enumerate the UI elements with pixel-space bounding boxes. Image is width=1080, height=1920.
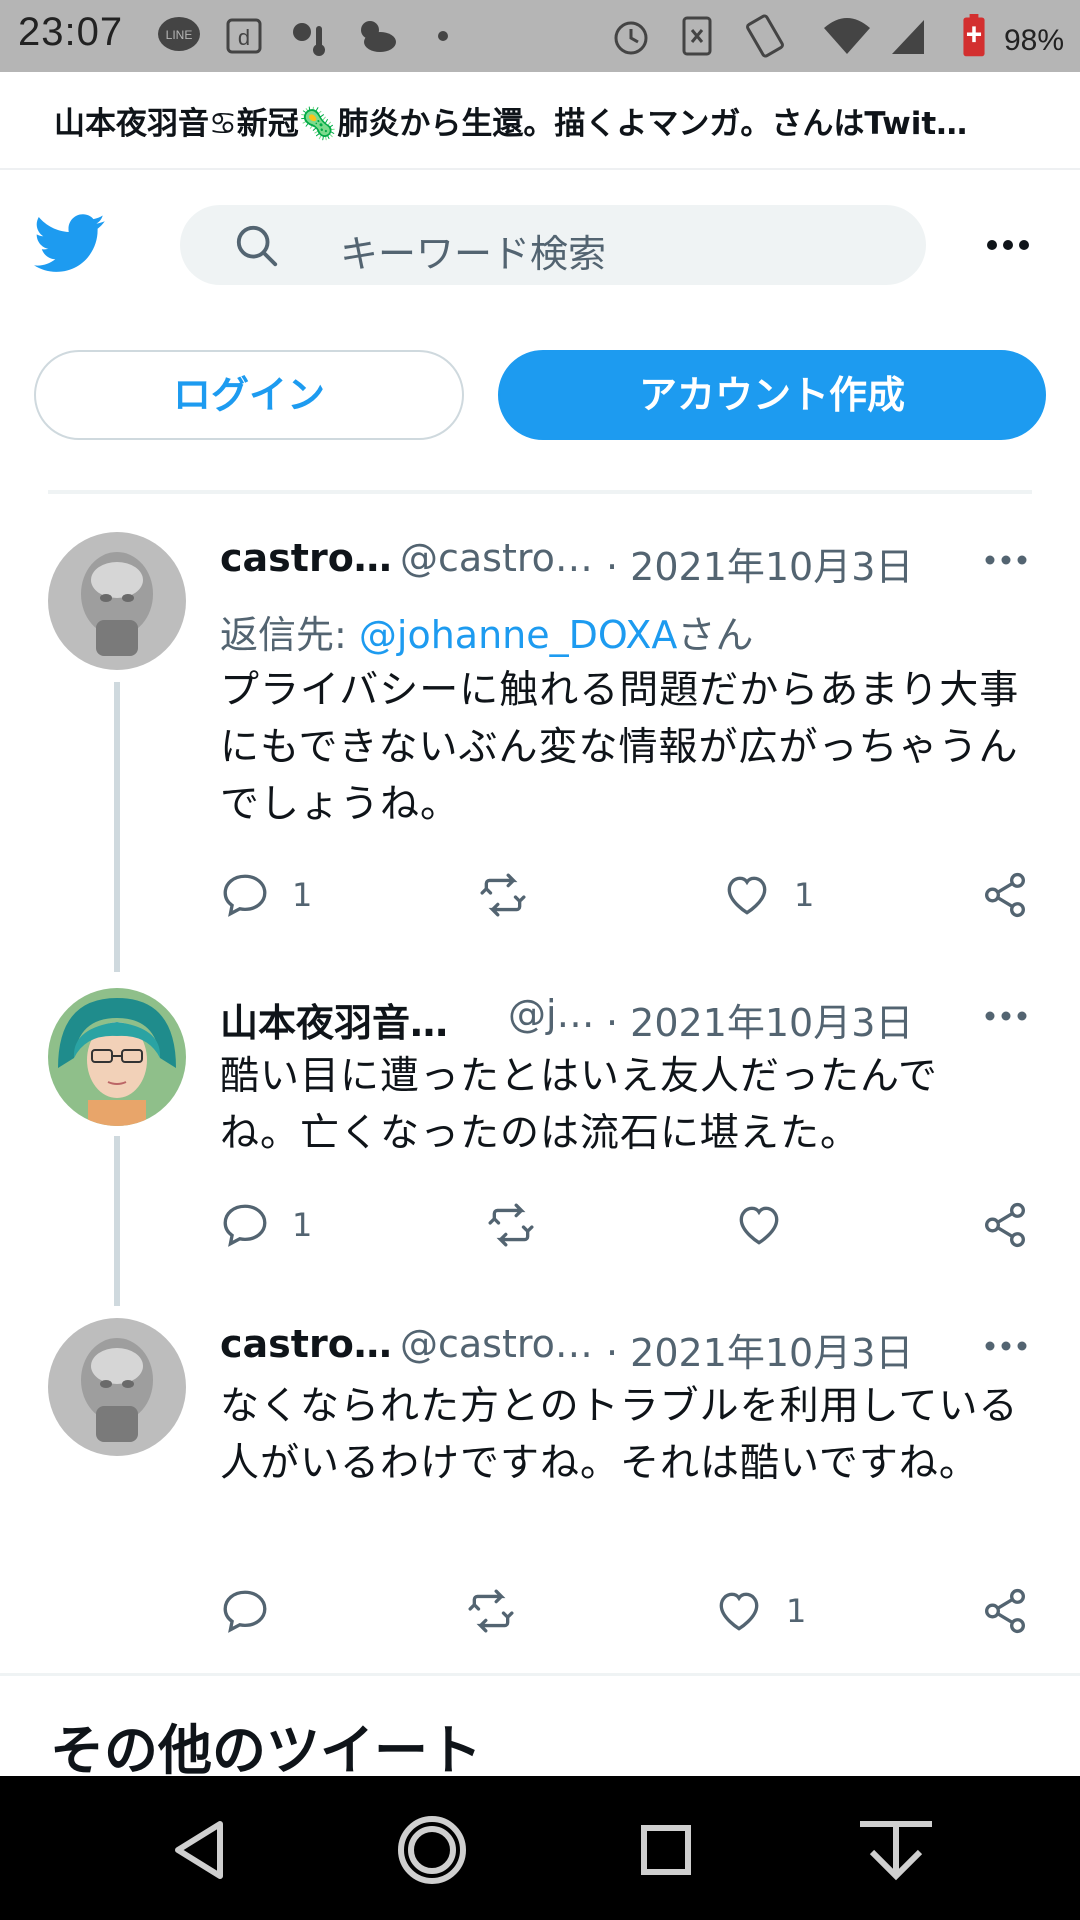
reply-to-prefix: 返信先: — [220, 613, 359, 657]
thread-line — [114, 1136, 120, 1306]
login-button[interactable]: ログイン — [34, 350, 464, 440]
like-count: 1 — [794, 876, 815, 914]
reply-count: 1 — [292, 876, 313, 914]
tweet-author-name[interactable]: castro… — [220, 1322, 392, 1366]
tweet-date[interactable]: · 2021年10月3日 — [606, 536, 913, 591]
tweet-author-handle[interactable]: @castro… — [400, 536, 593, 580]
share-icon — [985, 872, 1025, 918]
divider — [0, 1673, 1080, 1676]
weather-icon — [293, 23, 325, 56]
reply-icon — [223, 1590, 267, 1633]
wifi-icon — [824, 18, 870, 54]
like-button[interactable] — [734, 1200, 794, 1252]
status-time: 23:07 — [18, 10, 124, 54]
avatar[interactable] — [48, 1318, 186, 1456]
reply-count: 1 — [292, 1206, 313, 1244]
reply-button[interactable]: 1 — [220, 870, 340, 922]
battery-icon — [963, 14, 985, 57]
line-app-icon: LINE — [158, 17, 200, 51]
retweet-icon — [480, 873, 526, 917]
heart-icon — [719, 1592, 759, 1631]
dot-icon — [438, 31, 448, 41]
status-bar: 23:07 LINE d 98% — [0, 0, 1080, 72]
search-placeholder: キーワード検索 — [340, 232, 607, 276]
d-app-icon: d — [226, 18, 262, 54]
tweet-more-icon[interactable] — [984, 1338, 1028, 1354]
share-button[interactable] — [980, 870, 1030, 922]
share-icon — [985, 1202, 1025, 1248]
create-account-button[interactable]: アカウント作成 — [498, 350, 1046, 440]
download-icon[interactable] — [856, 1812, 936, 1888]
weather-cloud-icon — [361, 21, 396, 52]
tweet-more-icon[interactable] — [984, 552, 1028, 568]
heart-icon — [739, 1206, 779, 1245]
svg-text:d: d — [238, 25, 250, 50]
svg-text:LINE: LINE — [166, 28, 193, 42]
twitter-bird-icon[interactable] — [34, 214, 106, 274]
like-count: 1 — [786, 1592, 807, 1630]
like-button[interactable]: 1 — [714, 1586, 834, 1638]
tweet-author-handle[interactable]: @castro… — [400, 1322, 593, 1366]
retweet-button[interactable] — [466, 1586, 526, 1638]
avatar[interactable] — [48, 532, 186, 670]
reply-button[interactable]: 1 — [220, 1200, 340, 1252]
page-title: 山本夜羽音♋新冠🦠肺炎から生還。描くよマンガ。さんはTwit… — [54, 106, 968, 142]
reply-to: 返信先: @johanne_DOXAさん — [220, 604, 753, 659]
reply-icon — [223, 874, 267, 917]
system-nav-bar — [0, 1776, 1080, 1920]
tweet-text: 酷い目に遭ったとはいえ友人だったんでね。亡くなったのは流石に堪えた。 — [220, 1054, 939, 1156]
home-icon[interactable] — [392, 1812, 472, 1888]
tweet-more-icon[interactable] — [984, 1008, 1028, 1024]
alarm-icon — [614, 21, 648, 55]
retweet-button[interactable] — [486, 1200, 546, 1252]
search-bar[interactable]: キーワード検索 — [180, 205, 926, 285]
tweet-author-name[interactable]: 山本夜羽音… — [220, 992, 448, 1047]
signal-icon — [892, 20, 924, 54]
avatar[interactable] — [48, 988, 186, 1126]
battery-percent: 98% — [1003, 24, 1064, 57]
reply-button[interactable] — [220, 1586, 280, 1638]
tweet-author-name[interactable]: castro… — [220, 536, 392, 580]
thread-line — [114, 682, 120, 972]
rotate-icon — [746, 14, 784, 58]
page-title-bar: 山本夜羽音♋新冠🦠肺炎から生還。描くよマンガ。さんはTwit… — [0, 72, 1080, 170]
search-icon — [236, 225, 278, 267]
tweet-date[interactable]: · 2021年10月3日 — [606, 1322, 913, 1377]
retweet-icon — [488, 1203, 534, 1247]
share-button[interactable] — [980, 1586, 1030, 1638]
retweet-icon — [468, 1589, 514, 1633]
reply-icon — [223, 1204, 267, 1247]
share-button[interactable] — [980, 1200, 1030, 1252]
recents-icon[interactable] — [626, 1812, 706, 1888]
divider — [48, 490, 1032, 494]
more-tweets-heading: その他のツイート — [50, 1719, 482, 1782]
like-button[interactable]: 1 — [722, 870, 842, 922]
reply-mention-link[interactable]: @johanne_DOXA — [359, 613, 678, 657]
tweet-date[interactable]: · 2021年10月3日 — [606, 992, 913, 1047]
tweet-author-handle[interactable]: @j… — [508, 992, 595, 1036]
reply-to-suffix: さん — [677, 613, 754, 657]
more-options-icon[interactable] — [986, 226, 1030, 264]
heart-icon — [727, 876, 767, 915]
tweet-text: なくなられた方とのトラブルを利用している人がいるわけですね。それは酷いですね。 — [220, 1384, 1019, 1486]
nfc-icon — [682, 16, 712, 56]
back-icon[interactable] — [160, 1812, 240, 1888]
tweet-text: プライバシーに触れる問題だからあまり大事にもできないぶん変な情報が広がっちゃうん… — [220, 668, 1020, 827]
share-icon — [985, 1588, 1025, 1634]
retweet-button[interactable] — [478, 870, 538, 922]
